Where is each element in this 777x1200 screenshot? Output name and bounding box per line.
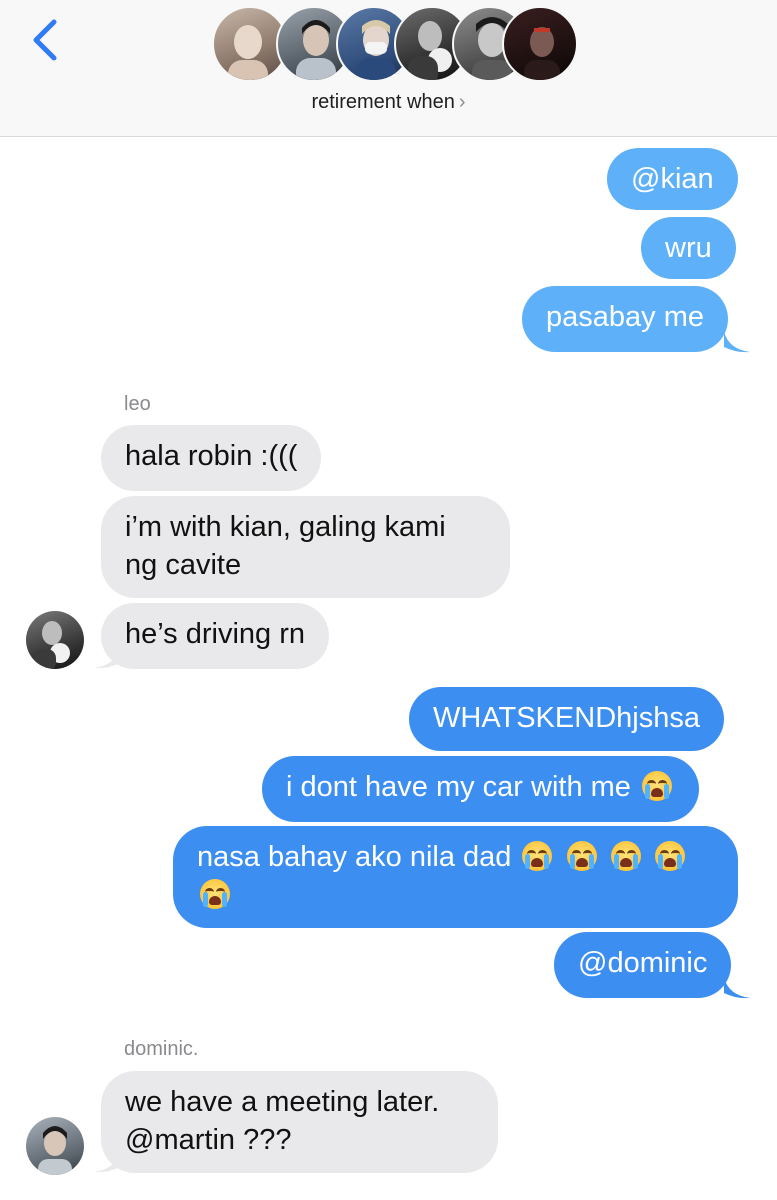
chevron-right-icon: › (458, 91, 466, 113)
message-text: nasa bahay ako nila dad (197, 841, 512, 873)
message-text: he’s driving rn (125, 618, 306, 650)
message-text: WHATSKENDhjshsa (433, 702, 700, 734)
message-bubble-incoming[interactable]: hala robin :((( (101, 425, 322, 491)
chat-header: retirement when › (0, 0, 777, 137)
loudly-crying-face-icon (200, 879, 230, 909)
bubble-tail (724, 331, 750, 353)
message-text-line: i’m with kian, galing kami (125, 511, 446, 543)
message-text: @dominic (578, 947, 708, 979)
group-name: retirement when (311, 91, 455, 113)
message-bubble-outgoing[interactable]: @dominic (554, 932, 732, 998)
message-bubble-outgoing[interactable]: nasa bahay ako nila dad (173, 826, 738, 928)
message-bubble-outgoing[interactable]: @kian (607, 148, 738, 210)
message-text: pasabay me (546, 301, 704, 333)
sender-avatar[interactable] (26, 611, 84, 669)
group-avatars[interactable] (212, 6, 578, 84)
message-text-line: we have a meeting later. (125, 1086, 440, 1118)
message-bubble-outgoing[interactable]: wru (641, 217, 736, 279)
message-bubble-outgoing[interactable]: pasabay me (522, 286, 728, 352)
bubble-tail (94, 1151, 120, 1173)
back-button[interactable] (28, 18, 62, 62)
loudly-crying-face-icon (610, 841, 641, 871)
chevron-left-icon (33, 19, 57, 61)
loudly-crying-face-icon (522, 841, 553, 871)
loudly-crying-face-icon (654, 841, 685, 871)
message-text-line: @martin ??? (125, 1124, 292, 1156)
message-text: @kian (631, 163, 714, 195)
sender-name: dominic. (124, 1038, 199, 1060)
message-bubble-incoming[interactable]: we have a meeting later. @martin ??? (101, 1071, 498, 1173)
message-bubble-incoming[interactable]: i’m with kian, galing kami ng cavite (101, 496, 510, 598)
loudly-crying-face-icon (641, 771, 672, 801)
bubble-tail (94, 647, 120, 669)
sender-name: leo (124, 393, 151, 415)
message-text-line: ng cavite (125, 549, 242, 581)
group-name-button[interactable]: retirement when › (0, 91, 777, 114)
message-text: wru (665, 232, 712, 264)
sender-avatar[interactable] (26, 1117, 84, 1175)
message-bubble-outgoing[interactable]: WHATSKENDhjshsa (409, 687, 724, 751)
message-bubble-outgoing[interactable]: i dont have my car with me (262, 756, 699, 822)
message-bubble-incoming[interactable]: he’s driving rn (101, 603, 330, 669)
message-text: i dont have my car with me (286, 771, 631, 803)
loudly-crying-face-icon (566, 841, 597, 871)
member-avatar (502, 6, 578, 82)
bubble-tail (724, 977, 750, 999)
message-text: hala robin :((( (125, 440, 298, 472)
